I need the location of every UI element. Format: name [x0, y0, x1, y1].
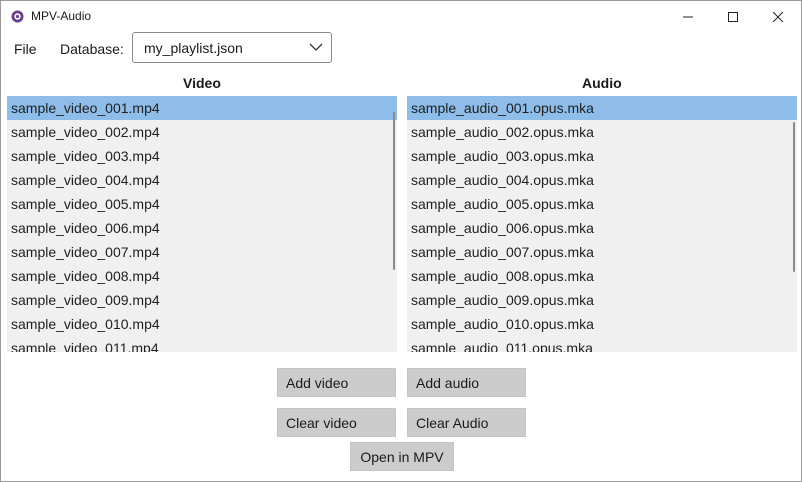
- video-list-scrollbar[interactable]: [393, 112, 395, 270]
- maximize-button[interactable]: [710, 1, 756, 32]
- clear-video-button[interactable]: Clear video: [277, 408, 396, 437]
- add-audio-button[interactable]: Add audio: [407, 368, 526, 397]
- audio-list-item[interactable]: sample_audio_003.opus.mka: [407, 144, 797, 168]
- minimize-icon: [683, 16, 693, 17]
- audio-list-item[interactable]: sample_audio_011.opus.mka: [407, 336, 797, 352]
- video-list-item[interactable]: sample_video_006.mp4: [7, 216, 397, 240]
- video-list-item[interactable]: sample_video_002.mp4: [7, 120, 397, 144]
- add-video-button[interactable]: Add video: [277, 368, 396, 397]
- video-list-item[interactable]: sample_video_003.mp4: [7, 144, 397, 168]
- audio-list-item[interactable]: sample_audio_002.opus.mka: [407, 120, 797, 144]
- audio-list-item[interactable]: sample_audio_006.opus.mka: [407, 216, 797, 240]
- video-list-item[interactable]: sample_video_001.mp4: [7, 96, 397, 120]
- chevron-down-icon: [309, 43, 323, 51]
- mpv-app-icon: [11, 10, 24, 23]
- window-title: MPV-Audio: [31, 9, 92, 23]
- video-list-item[interactable]: sample_video_009.mp4: [7, 288, 397, 312]
- video-list-item[interactable]: sample_video_010.mp4: [7, 312, 397, 336]
- audio-list-item[interactable]: sample_audio_005.opus.mka: [407, 192, 797, 216]
- audio-column-header: Audio: [582, 75, 622, 91]
- audio-list-item[interactable]: sample_audio_010.opus.mka: [407, 312, 797, 336]
- maximize-icon: [728, 11, 738, 22]
- audio-list[interactable]: sample_audio_001.opus.mka sample_audio_00…: [407, 96, 797, 352]
- audio-list-item[interactable]: sample_audio_001.opus.mka: [407, 96, 797, 120]
- video-list[interactable]: sample_video_001.mp4 sample_video_002.mp4…: [7, 96, 397, 352]
- audio-list-item[interactable]: sample_audio_009.opus.mka: [407, 288, 797, 312]
- video-column-header: Video: [183, 75, 221, 91]
- audio-list-item[interactable]: sample_audio_007.opus.mka: [407, 240, 797, 264]
- video-list-item[interactable]: sample_video_011.mp4: [7, 336, 397, 352]
- title-bar[interactable]: MPV-Audio: [1, 1, 801, 32]
- close-icon: [772, 11, 784, 22]
- video-list-item[interactable]: sample_video_005.mp4: [7, 192, 397, 216]
- close-button[interactable]: [755, 1, 801, 32]
- clear-audio-button[interactable]: Clear Audio: [407, 408, 526, 437]
- minimize-button[interactable]: [665, 1, 711, 32]
- video-list-item[interactable]: sample_video_004.mp4: [7, 168, 397, 192]
- video-list-item[interactable]: sample_video_007.mp4: [7, 240, 397, 264]
- audio-list-item[interactable]: sample_audio_008.opus.mka: [407, 264, 797, 288]
- file-menu[interactable]: File: [14, 41, 37, 57]
- audio-list-scrollbar[interactable]: [793, 122, 795, 272]
- database-label: Database:: [60, 41, 124, 57]
- database-select[interactable]: my_playlist.json: [132, 32, 332, 63]
- video-list-item[interactable]: sample_video_008.mp4: [7, 264, 397, 288]
- open-in-mpv-button[interactable]: Open in MPV: [350, 442, 454, 471]
- audio-list-item[interactable]: sample_audio_004.opus.mka: [407, 168, 797, 192]
- database-select-value: my_playlist.json: [144, 40, 243, 56]
- app-window: MPV-Audio File Database: my_playlist.jso…: [0, 0, 802, 482]
